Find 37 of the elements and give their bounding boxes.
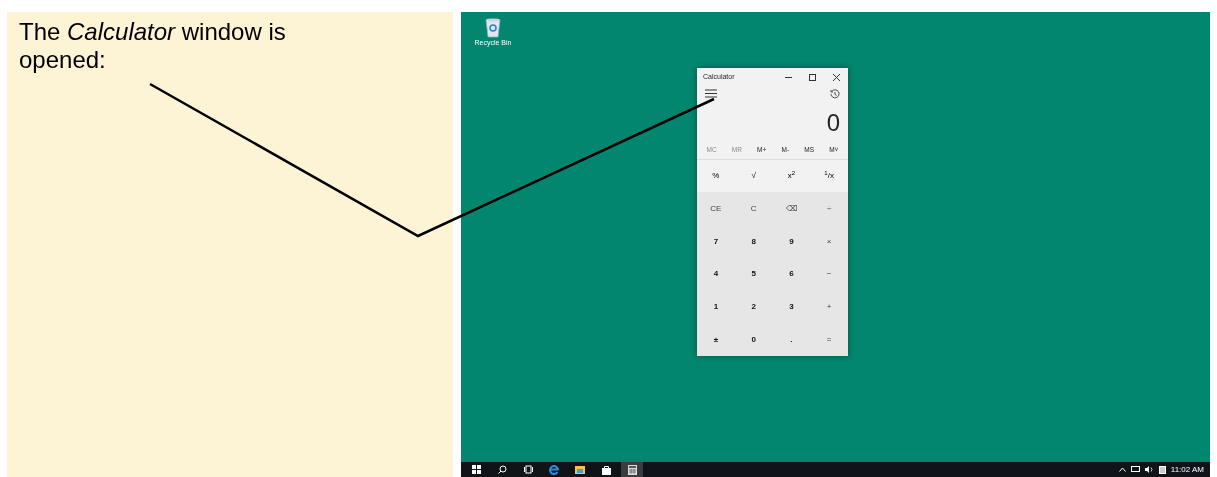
- calculator-key[interactable]: 4: [697, 257, 735, 291]
- shopping-bag-icon: [601, 464, 611, 475]
- calculator-key[interactable]: 0: [734, 323, 773, 356]
- calculator-key[interactable]: ⌫: [772, 192, 811, 226]
- browser-icon: [549, 464, 559, 475]
- calculator-key[interactable]: .: [772, 323, 811, 356]
- speaker-icon[interactable]: [1144, 466, 1154, 473]
- taskbar-button[interactable]: [621, 462, 643, 477]
- clock-time[interactable]: 11:02 AM: [1170, 463, 1204, 476]
- calculator-key[interactable]: CE: [697, 192, 735, 226]
- calculator-key[interactable]: C: [734, 192, 773, 226]
- folder-icon: [575, 465, 585, 474]
- maximize-icon[interactable]: [808, 74, 816, 81]
- notification-icon[interactable]: [1158, 465, 1166, 474]
- caption-text: The Calculator window is opened:: [19, 18, 287, 74]
- calculator-key[interactable]: 7: [697, 225, 735, 258]
- close-icon[interactable]: [832, 74, 840, 81]
- calculator-key[interactable]: ÷: [810, 192, 848, 226]
- recycle-bin-icon[interactable]: [483, 16, 503, 38]
- calculator-key[interactable]: 8: [734, 225, 773, 258]
- calculator-key[interactable]: 9: [772, 225, 811, 258]
- calculator-icon: [627, 464, 637, 475]
- calculator-key[interactable]: =: [810, 323, 848, 356]
- start-button: [471, 465, 481, 474]
- calculator-key[interactable]: ±: [697, 323, 735, 356]
- calculator-display: 0: [825, 108, 841, 137]
- history-icon[interactable]: [830, 89, 840, 99]
- menu-icon[interactable]: [705, 89, 717, 98]
- calculator-key[interactable]: 1: [697, 290, 735, 324]
- task-view-icon: [523, 465, 533, 474]
- network-icon[interactable]: [1130, 466, 1140, 473]
- search-icon: [497, 465, 507, 474]
- chevron-up-icon[interactable]: [1118, 467, 1126, 472]
- calculator-key[interactable]: +: [810, 290, 848, 324]
- calculator-key[interactable]: ×: [810, 225, 848, 258]
- minimize-icon[interactable]: [784, 77, 792, 78]
- calculator-key[interactable]: −: [810, 257, 848, 291]
